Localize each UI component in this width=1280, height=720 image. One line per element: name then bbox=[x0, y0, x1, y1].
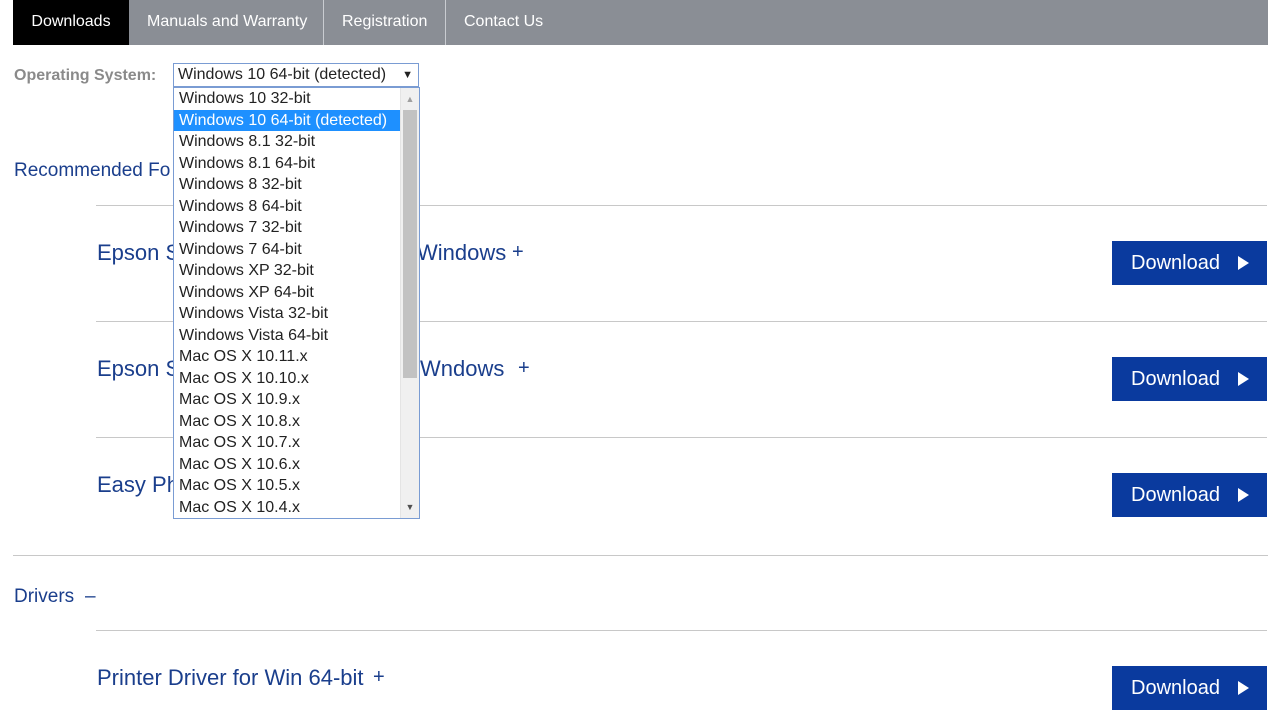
os-select[interactable]: Windows 10 64-bit (detected) ▼ bbox=[173, 63, 419, 87]
os-option[interactable]: Mac OS X 10.5.x bbox=[174, 475, 400, 497]
product-title-1-end[interactable]: Windows bbox=[417, 240, 506, 266]
scroll-up-arrow-icon[interactable]: ▲ bbox=[401, 90, 419, 108]
os-option[interactable]: Windows Vista 64-bit bbox=[174, 325, 400, 347]
os-option[interactable]: Windows 8 32-bit bbox=[174, 174, 400, 196]
os-option[interactable]: Windows 10 64-bit (detected) bbox=[174, 109, 400, 131]
play-arrow-icon bbox=[1238, 372, 1249, 386]
os-option[interactable]: Mac OS X 10.6.x bbox=[174, 454, 400, 476]
download-button-label: Download bbox=[1131, 484, 1220, 506]
collapse-minus-icon[interactable]: – bbox=[85, 586, 96, 608]
tab-contact-us[interactable]: Contact Us bbox=[446, 0, 556, 45]
scrollbar-thumb[interactable] bbox=[403, 110, 417, 378]
tab-manuals-and-warranty[interactable]: Manuals and Warranty bbox=[129, 0, 324, 45]
dropdown-scrollbar[interactable]: ▲ ▼ bbox=[400, 88, 419, 518]
tab-downloads[interactable]: Downloads bbox=[13, 0, 129, 45]
os-option[interactable]: Windows 10 32-bit bbox=[174, 88, 400, 110]
divider bbox=[96, 630, 1267, 631]
play-arrow-icon bbox=[1238, 681, 1249, 695]
product-title-2-end[interactable]: Wndows bbox=[420, 356, 504, 382]
section-divider bbox=[13, 555, 1268, 556]
os-option[interactable]: Mac OS X 10.11.x bbox=[174, 346, 400, 368]
os-option[interactable]: Windows 8.1 32-bit bbox=[174, 131, 400, 153]
download-button[interactable]: Download bbox=[1112, 241, 1267, 285]
os-option-list: Windows 10 32-bit Windows 10 64-bit (dete… bbox=[174, 88, 400, 518]
os-option[interactable]: Mac OS X 10.8.x bbox=[174, 411, 400, 433]
os-option[interactable]: Mac OS X 10.10.x bbox=[174, 368, 400, 390]
expand-plus-icon[interactable]: + bbox=[512, 241, 524, 264]
play-arrow-icon bbox=[1238, 488, 1249, 502]
product-title-1-start[interactable]: Epson S bbox=[97, 240, 180, 266]
product-title-2-start[interactable]: Epson S bbox=[97, 356, 180, 382]
os-label: Operating System: bbox=[14, 67, 157, 84]
expand-plus-icon[interactable]: + bbox=[518, 357, 530, 380]
download-button[interactable]: Download bbox=[1112, 357, 1267, 401]
os-option[interactable]: Mac OS X 10.9.x bbox=[174, 389, 400, 411]
os-option[interactable]: Windows 8.1 64-bit bbox=[174, 153, 400, 175]
os-dropdown-list: Windows 10 32-bit Windows 10 64-bit (dete… bbox=[173, 87, 420, 519]
os-option[interactable]: Windows 8 64-bit bbox=[174, 196, 400, 218]
os-option[interactable]: Windows XP 32-bit bbox=[174, 260, 400, 282]
play-arrow-icon bbox=[1238, 256, 1249, 270]
expand-plus-icon[interactable]: + bbox=[373, 666, 385, 689]
download-button[interactable]: Download bbox=[1112, 473, 1267, 517]
scroll-down-arrow-icon[interactable]: ▼ bbox=[401, 498, 419, 516]
download-button[interactable]: Download bbox=[1112, 666, 1267, 710]
recommended-heading: Recommended Fo bbox=[14, 160, 171, 181]
drivers-heading[interactable]: Drivers bbox=[14, 586, 74, 608]
os-option[interactable]: Windows 7 64-bit bbox=[174, 239, 400, 261]
os-option[interactable]: Windows 7 32-bit bbox=[174, 217, 400, 239]
top-tab-bar: Downloads Manuals and Warranty Registrat… bbox=[13, 0, 1268, 45]
product-title-3-start[interactable]: Easy Ph bbox=[97, 472, 179, 498]
os-option[interactable]: Mac OS X 10.4.x bbox=[174, 497, 400, 519]
driver-title[interactable]: Printer Driver for Win 64-bit bbox=[97, 665, 364, 691]
download-button-label: Download bbox=[1131, 252, 1220, 274]
tab-registration[interactable]: Registration bbox=[324, 0, 446, 45]
download-button-label: Download bbox=[1131, 677, 1220, 699]
os-option[interactable]: Windows Vista 32-bit bbox=[174, 303, 400, 325]
download-button-label: Download bbox=[1131, 368, 1220, 390]
os-option[interactable]: Windows XP 64-bit bbox=[174, 282, 400, 304]
chevron-down-icon: ▼ bbox=[402, 69, 413, 81]
os-select-value: Windows 10 64-bit (detected) bbox=[178, 66, 387, 83]
os-option[interactable]: Mac OS X 10.7.x bbox=[174, 432, 400, 454]
